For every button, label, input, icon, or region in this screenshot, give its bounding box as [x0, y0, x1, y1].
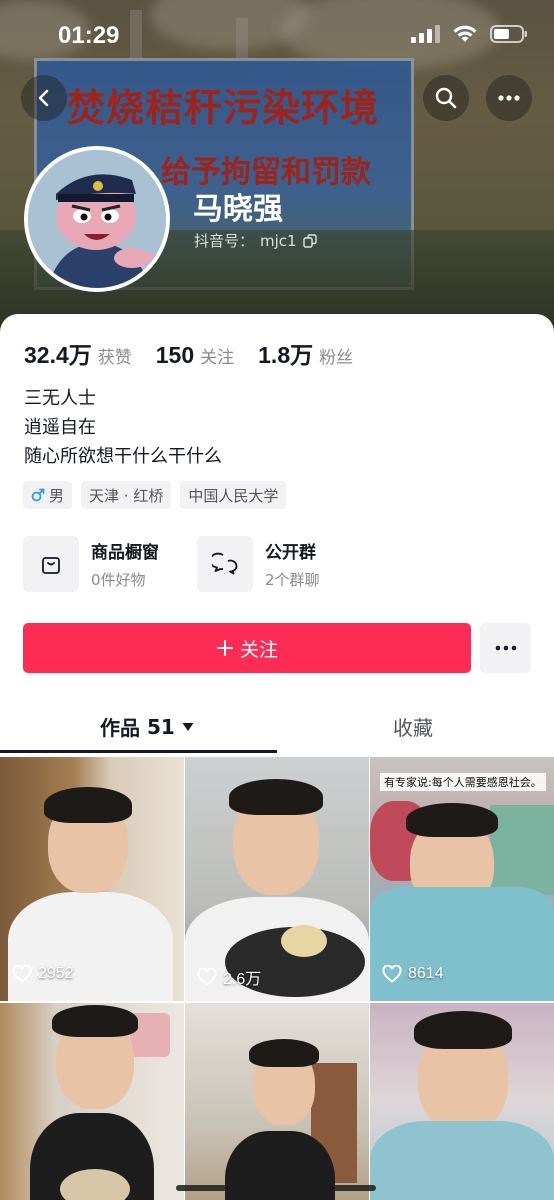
douyin-id-value: mjc1 [260, 231, 297, 250]
video-thumbnail[interactable] [0, 1003, 184, 1200]
heart-icon [12, 965, 32, 983]
thumb-blanket [370, 887, 554, 1001]
thumb-blanket-pattern [490, 805, 554, 895]
thumb-hair [406, 803, 498, 837]
content-tabs: 作品 51 收藏 [0, 706, 554, 754]
profile-bio: 三无人士 逍遥自在 随心所欲想干什么干什么 [24, 384, 222, 471]
battery-icon [490, 25, 527, 43]
video-caption: 有专家说:每个人需要感恩社会。 [380, 773, 546, 791]
thumb-food [281, 925, 327, 957]
thumb-hair [44, 787, 132, 823]
follow-button-label: 关注 [239, 638, 278, 661]
tag-label: 中国人民大学 [188, 486, 279, 505]
home-indicator[interactable] [176, 1185, 376, 1191]
copy-icon[interactable] [302, 233, 317, 248]
caret-down-icon [182, 722, 194, 731]
more-dots-icon [498, 95, 520, 101]
douyin-id-label: 抖音号： [194, 232, 255, 250]
active-tab-indicator [0, 750, 277, 753]
plus-icon [216, 640, 233, 656]
stat-likes: 32.4万 获赞 [24, 336, 132, 370]
video-grid: 2952 2.6万 有专家说:每个人需要感恩社会。 8614 [0, 757, 554, 1200]
stat-followers[interactable]: 1.8万 粉丝 [258, 336, 353, 370]
chevron-left-icon [38, 89, 49, 107]
tab-works-count: 51 [147, 714, 175, 739]
feature-title: 公开群 [265, 543, 316, 563]
search-button[interactable] [423, 75, 469, 121]
video-likes-count: 2952 [38, 965, 74, 982]
profile-tags: 男 天津 · 红桥 中国人民大学 [23, 481, 287, 509]
feature-title: 商品橱窗 [91, 543, 159, 563]
thumb-hair [229, 779, 323, 815]
tag-label: 男 [49, 486, 65, 505]
more-dots-icon [495, 645, 516, 651]
feature-public-group[interactable]: 公开群 2个群聊 [197, 536, 320, 592]
bio-line: 逍遥自在 [24, 417, 96, 438]
feature-subtitle: 2个群聊 [265, 571, 320, 589]
signal-icon [411, 25, 440, 43]
tag-school: 中国人民大学 [180, 481, 287, 509]
follow-more-button[interactable] [480, 623, 531, 673]
group-chat-icon [212, 552, 238, 575]
video-likes-count: 2.6万 [223, 971, 262, 988]
video-likes: 8614 [382, 965, 444, 983]
video-likes-count: 8614 [408, 965, 444, 982]
follow-button[interactable]: 关注 [23, 623, 471, 673]
video-thumbnail[interactable]: 2952 [0, 757, 184, 1001]
stat-following[interactable]: 150 关注 [156, 342, 234, 369]
tag-label: 天津 · 红桥 [89, 486, 164, 505]
profile-stats: 32.4万 获赞 150 关注 1.8万 粉丝 [24, 336, 353, 370]
heart-icon [382, 965, 402, 983]
tab-works-label: 作品 [100, 716, 140, 740]
feature-icon-box [23, 536, 79, 592]
thumb-hair [249, 1039, 319, 1067]
more-options-button[interactable] [486, 75, 532, 121]
profile-features: 商品橱窗 0件好物 公开群 2个群聊 [23, 536, 320, 592]
tab-favorites[interactable]: 收藏 [393, 712, 433, 741]
feature-icon-box [197, 536, 253, 592]
cartoon-cat-police-avatar-icon [28, 150, 166, 288]
video-likes: 2952 [12, 965, 74, 983]
thumb-hair [52, 1005, 138, 1037]
video-likes: 2.6万 [197, 965, 261, 989]
tag-gender: 男 [23, 481, 73, 509]
video-thumbnail[interactable]: 有专家说:每个人需要感恩社会。 8614 [370, 757, 554, 1001]
stat-value: 1.8万 [258, 342, 314, 368]
avatar[interactable] [24, 146, 170, 292]
stat-value: 32.4万 [24, 342, 92, 368]
thumb-blanket [370, 1121, 554, 1200]
stat-label: 关注 [200, 348, 235, 368]
shopping-bag-icon [42, 557, 60, 574]
profile-name: 马晓强 [193, 192, 283, 227]
heart-icon [197, 968, 217, 986]
stat-value: 150 [155, 342, 195, 368]
wifi-icon [453, 25, 477, 42]
search-icon [435, 87, 457, 109]
bio-line: 三无人士 [24, 388, 96, 409]
back-button[interactable] [21, 75, 67, 121]
video-thumbnail[interactable]: 2.6万 [185, 757, 369, 1001]
stat-label: 获赞 [97, 348, 132, 368]
bio-line: 随心所欲想干什么干什么 [24, 446, 222, 467]
stat-label: 粉丝 [319, 348, 354, 368]
status-time: 01:29 [58, 22, 120, 49]
video-thumbnail[interactable] [370, 1003, 554, 1200]
thumb-hair [414, 1011, 512, 1049]
douyin-id: 抖音号： mjc1 [194, 230, 317, 251]
tab-works[interactable]: 作品 51 [100, 712, 194, 741]
male-icon [31, 488, 45, 502]
feature-shop-window[interactable]: 商品橱窗 0件好物 [23, 536, 159, 592]
thumb-shirt [8, 892, 173, 1001]
video-thumbnail[interactable] [185, 1003, 369, 1200]
status-icons [410, 24, 528, 44]
feature-subtitle: 0件好物 [91, 571, 146, 589]
tag-location: 天津 · 红桥 [81, 481, 172, 509]
